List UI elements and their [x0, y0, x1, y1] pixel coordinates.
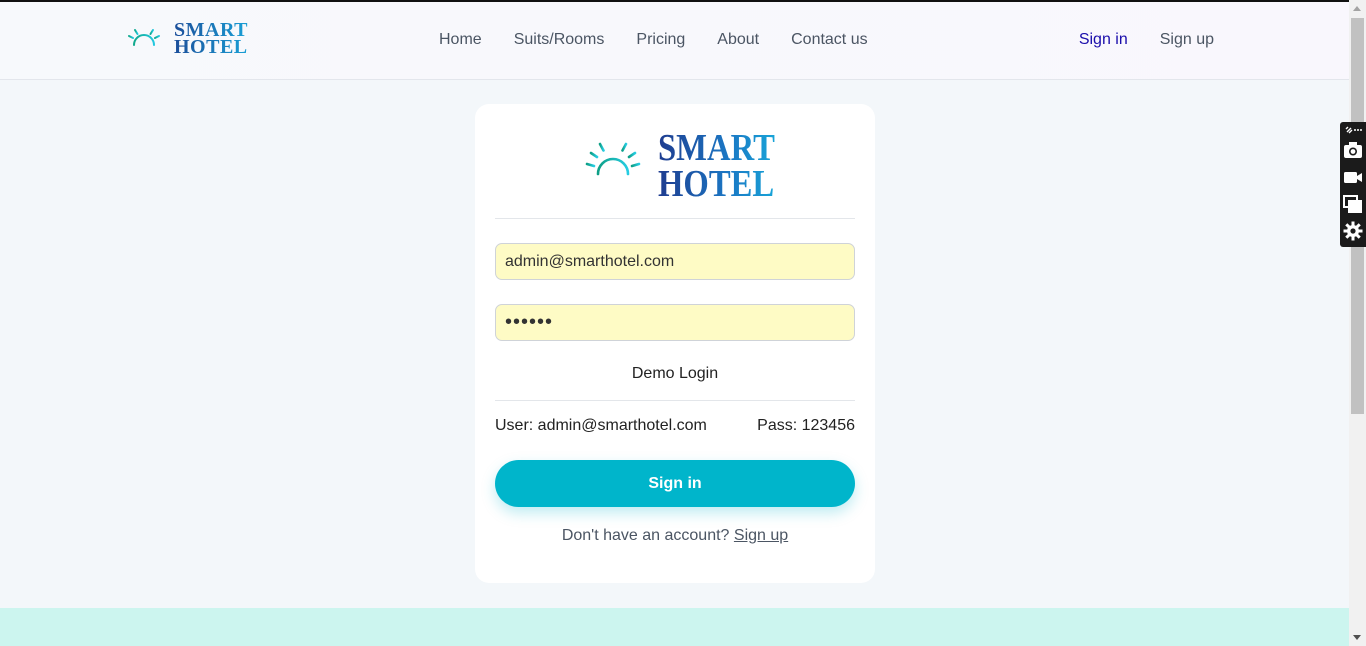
nav-home[interactable]: Home	[439, 31, 482, 49]
password-field[interactable]	[495, 304, 855, 341]
logo-divider	[495, 218, 855, 219]
header-sign-up-link[interactable]: Sign up	[1160, 31, 1214, 49]
brand-wordmark: SMART HOTEL	[174, 19, 249, 58]
demo-login-label[interactable]: Demo Login	[475, 365, 875, 383]
demo-user-text: User: admin@smarthotel.com	[495, 417, 707, 434]
sunrise-logo-icon	[575, 138, 651, 193]
card-logo: SMART HOTEL	[575, 130, 780, 206]
auth-links: Sign in Sign up	[1079, 31, 1214, 49]
nav-contact-us[interactable]: Contact us	[791, 31, 867, 49]
login-card: SMART HOTEL Demo Login User: admin@smart…	[475, 104, 875, 583]
sign-in-button[interactable]: Sign in	[495, 460, 855, 507]
card-brand-wordmark: SMART HOTEL	[658, 127, 775, 205]
signup-link[interactable]: Sign up	[734, 527, 788, 544]
scroll-down-icon[interactable]	[1353, 635, 1361, 640]
camera-icon[interactable]	[1343, 140, 1363, 160]
header-logo[interactable]: SMART HOTEL	[118, 22, 253, 62]
header-sign-in-link[interactable]: Sign in	[1079, 31, 1128, 49]
demo-divider	[495, 400, 855, 401]
nav-about[interactable]: About	[717, 31, 759, 49]
nav-suits-rooms[interactable]: Suits/Rooms	[514, 31, 605, 49]
video-icon[interactable]	[1343, 167, 1363, 187]
demo-pass-text: Pass: 123456	[757, 417, 855, 434]
email-field[interactable]	[495, 243, 855, 280]
gear-icon[interactable]	[1343, 221, 1363, 241]
attach-icon[interactable]	[1343, 124, 1363, 136]
signup-prompt: Don't have an account? Sign up	[475, 527, 875, 545]
page-scrollbar[interactable]	[1349, 0, 1366, 646]
signup-prompt-text: Don't have an account?	[561, 527, 730, 544]
scroll-up-icon[interactable]	[1353, 6, 1361, 11]
sunrise-logo-icon	[119, 26, 169, 56]
nav-pricing[interactable]: Pricing	[636, 31, 685, 49]
site-header: SMART HOTEL Home Suits/Rooms Pricing Abo…	[0, 2, 1349, 80]
demo-credentials: User: admin@smarthotel.com Pass: 123456	[495, 417, 855, 435]
footer-band	[0, 608, 1349, 646]
main-nav: Home Suits/Rooms Pricing About Contact u…	[439, 31, 868, 49]
windows-icon[interactable]	[1343, 194, 1363, 214]
capture-toolbar	[1340, 122, 1366, 247]
